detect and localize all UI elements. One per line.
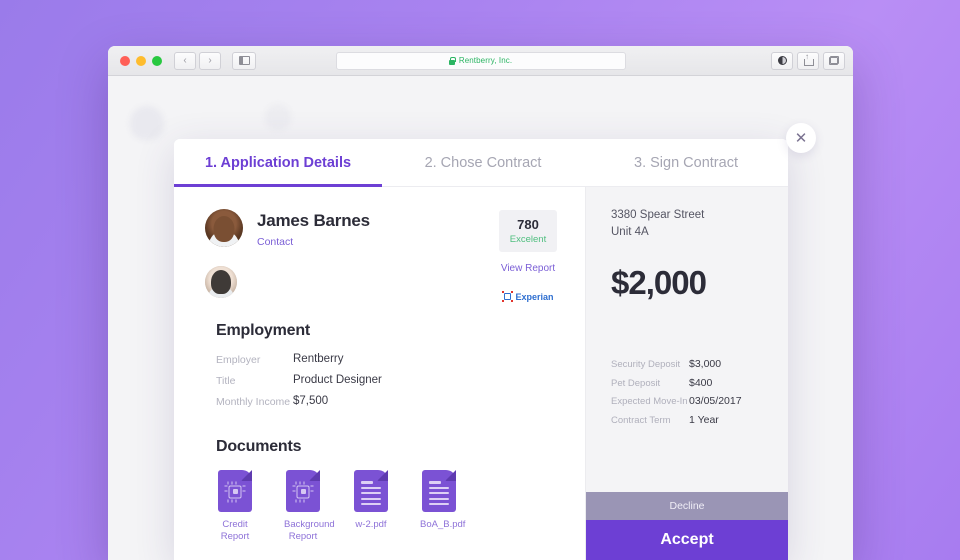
- listing-term-row: Security Deposit $3,000: [611, 358, 788, 370]
- page-content: ✕ 1. Application Details 2. Chose Contra…: [108, 76, 853, 560]
- reader-contrast-icon: [777, 56, 787, 65]
- navigation-buttons[interactable]: ‹ ›: [174, 51, 256, 70]
- document-label: w-2.pdf: [355, 519, 387, 530]
- applicant-info: James Barnes Contact: [257, 209, 370, 248]
- employment-value: $7,500: [293, 395, 329, 407]
- modal-tab-bar[interactable]: 1. Application Details 2. Chose Contract…: [174, 139, 788, 187]
- employment-row: Title Product Designer: [216, 374, 585, 387]
- employment-title: Employment: [216, 322, 311, 339]
- applicant-name: James Barnes: [257, 211, 370, 230]
- browser-titlebar: ‹ › Rentberry, Inc.: [108, 46, 853, 76]
- document-w2-pdf[interactable]: w-2.pdf: [352, 470, 390, 543]
- tab-sign-contract[interactable]: 3. Sign Contract: [584, 139, 788, 186]
- listing-address-line1: 3380 Spear Street: [611, 209, 705, 221]
- listing-term-value: $400: [689, 376, 713, 389]
- listing-term-key: Contract Term: [611, 414, 671, 426]
- address-bar-text: Rentberry, Inc.: [458, 56, 513, 65]
- browser-window: ‹ › Rentberry, Inc. ✕: [108, 46, 853, 560]
- address-bar[interactable]: Rentberry, Inc.: [335, 51, 626, 70]
- close-modal-button[interactable]: ✕: [786, 123, 816, 153]
- listing-terms-list: Security Deposit $3,000 Pet Deposit $400…: [611, 358, 788, 426]
- co-applicant-avatar[interactable]: [205, 266, 237, 298]
- credit-score-block: 780 Excelent View Report Experian: [499, 210, 557, 302]
- sidebar-icon: [238, 56, 250, 65]
- decline-button[interactable]: Decline: [586, 492, 788, 520]
- toolbar-right-buttons[interactable]: [771, 51, 845, 70]
- documents-section: Documents Credit Report Background Repor…: [174, 416, 585, 543]
- credit-score-value: 780: [517, 217, 539, 232]
- listing-summary-panel: 3380 Spear Street Unit 4A $2,000 Securit…: [585, 187, 788, 560]
- document-background-report[interactable]: Background Report: [284, 470, 335, 543]
- forward-button[interactable]: ›: [199, 51, 221, 70]
- listing-term-value: 1 Year: [689, 413, 719, 426]
- accept-button[interactable]: Accept: [586, 520, 788, 560]
- experian-mark-icon: [502, 291, 514, 302]
- background-placeholder-shape: [265, 104, 291, 130]
- minimize-window-button[interactable]: [136, 55, 146, 66]
- employment-key: Monthly Income: [216, 396, 291, 408]
- document-boa-pdf[interactable]: BoA_B.pdf: [420, 470, 466, 543]
- show-tabs-icon: [829, 56, 839, 65]
- listing-price: $2,000: [611, 264, 707, 302]
- experian-logo: Experian: [499, 291, 557, 302]
- show-tabs-button[interactable]: [823, 51, 845, 70]
- chip-document-icon: [218, 470, 252, 512]
- listing-term-key: Pet Deposit: [611, 377, 661, 389]
- listing-term-key: Security Deposit: [611, 359, 681, 371]
- tab-application-details[interactable]: 1. Application Details: [174, 139, 382, 187]
- employment-row: Employer Rentberry: [216, 353, 585, 366]
- background-placeholder-shape: [130, 106, 164, 140]
- employment-row: Monthly Income $7,500: [216, 395, 585, 408]
- employment-value: Product Designer: [293, 374, 382, 386]
- listing-term-key: Expected Move-In: [611, 396, 688, 408]
- employment-list: Employer Rentberry Title Product Designe…: [216, 353, 585, 408]
- back-button[interactable]: ‹: [174, 51, 196, 70]
- share-button[interactable]: [797, 51, 819, 70]
- reader-contrast-button[interactable]: [771, 51, 793, 70]
- document-credit-report[interactable]: Credit Report: [216, 470, 254, 543]
- listing-term-value: $3,000: [689, 358, 722, 371]
- lock-icon: [448, 56, 456, 65]
- documents-title: Documents: [216, 438, 302, 455]
- documents-list: Credit Report Background Report w-2.pdf …: [216, 470, 585, 543]
- employment-value: Rentberry: [293, 353, 344, 365]
- close-window-button[interactable]: [120, 55, 130, 66]
- listing-details: 3380 Spear Street Unit 4A $2,000 Securit…: [586, 187, 788, 492]
- credit-score-card: 780 Excelent: [499, 210, 557, 252]
- references-section: References: [174, 543, 585, 560]
- employment-key: Employer: [216, 354, 261, 366]
- experian-label: Experian: [515, 291, 554, 302]
- sidebar-toggle-button[interactable]: [232, 51, 256, 70]
- application-modal: 1. Application Details 2. Chose Contract…: [174, 139, 788, 560]
- credit-score-rating: Excelent: [509, 234, 547, 245]
- text-document-icon: [422, 470, 456, 512]
- share-icon: [804, 53, 814, 66]
- listing-address-line2: Unit 4A: [611, 225, 649, 238]
- document-label: Credit Report: [220, 519, 250, 542]
- listing-term-row: Expected Move-In 03/05/2017: [611, 395, 788, 407]
- document-label: Background Report: [284, 519, 335, 542]
- contact-link[interactable]: Contact: [257, 236, 370, 248]
- view-report-link[interactable]: View Report: [499, 263, 557, 274]
- listing-term-row: Contract Term 1 Year: [611, 414, 788, 426]
- chip-document-icon: [286, 470, 320, 512]
- application-details-panel: James Barnes Contact 780 Excelent View R…: [174, 187, 585, 560]
- modal-body: James Barnes Contact 780 Excelent View R…: [174, 187, 788, 560]
- maximize-window-button[interactable]: [152, 55, 162, 66]
- text-document-icon: [354, 470, 388, 512]
- listing-term-row: Pet Deposit $400: [611, 377, 788, 389]
- employment-section: Employment Employer Rentberry Title Prod…: [174, 298, 585, 408]
- window-traffic-lights[interactable]: [116, 55, 162, 66]
- tab-chose-contract[interactable]: 2. Chose Contract: [382, 139, 584, 186]
- document-label: BoA_B.pdf: [420, 519, 466, 530]
- listing-term-value: 03/05/2017: [689, 395, 742, 408]
- applicant-avatar[interactable]: [205, 209, 243, 247]
- employment-key: Title: [216, 375, 236, 387]
